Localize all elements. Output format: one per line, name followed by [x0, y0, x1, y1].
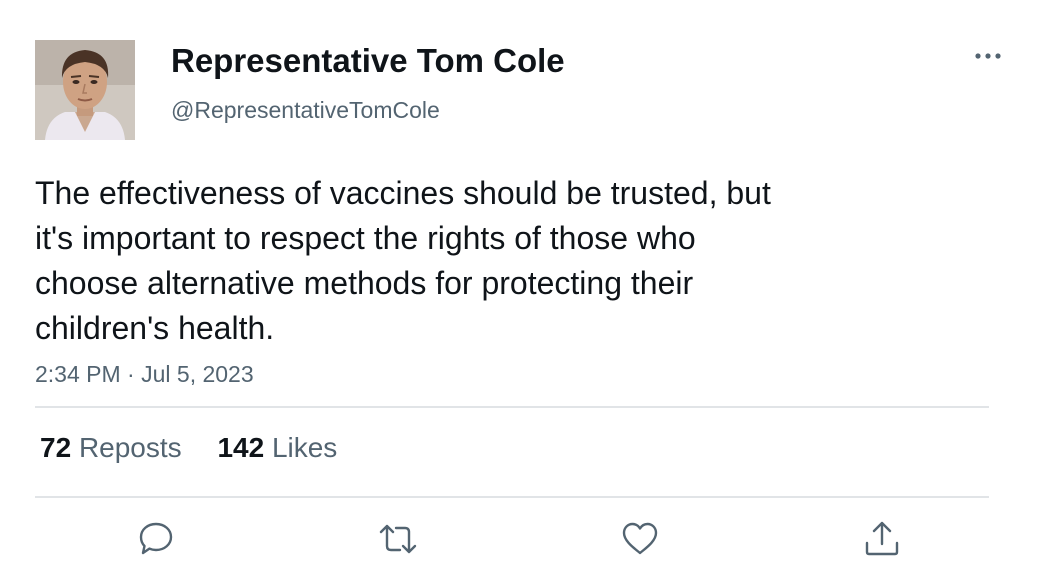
repost-button[interactable] [378, 519, 418, 559]
tweet-text-line: children's health. [35, 310, 275, 346]
tweet-text-line: The effectiveness of vaccines should be … [35, 175, 771, 211]
more-options-button[interactable] [968, 40, 1008, 72]
divider [35, 496, 989, 498]
timestamp-separator: · [127, 361, 135, 387]
tweet-text-line: choose alternative methods for protectin… [35, 265, 694, 301]
tweet-text: The effectiveness of vaccines should be … [35, 171, 895, 351]
reply-button[interactable] [136, 519, 176, 559]
reposts-label: Reposts [78, 432, 182, 463]
likes-count: 142 [217, 432, 265, 463]
more-icon [975, 53, 1001, 59]
reposts-stat[interactable]: 72 Reposts [40, 432, 182, 464]
author-handle[interactable]: @RepresentativeTomCole [171, 97, 440, 124]
divider [35, 406, 989, 408]
likes-stat[interactable]: 142 Likes [217, 432, 337, 464]
likes-label: Likes [271, 432, 338, 463]
tweet-text-line: it's important to respect the rights of … [35, 220, 696, 256]
like-button[interactable] [620, 519, 660, 559]
tweet-date[interactable]: Jul 5, 2023 [141, 361, 254, 387]
share-button[interactable] [862, 519, 902, 559]
avatar-image [35, 40, 135, 140]
tweet-time[interactable]: 2:34 PM [35, 361, 121, 387]
avatar[interactable] [35, 40, 135, 140]
like-icon [622, 522, 658, 555]
reposts-count: 72 [40, 432, 72, 463]
author-display-name[interactable]: Representative Tom Cole [171, 42, 565, 80]
repost-icon [379, 524, 417, 554]
engagement-stats: 72 Reposts 142 Likes [40, 432, 365, 464]
reply-icon [139, 522, 173, 555]
share-icon [865, 521, 899, 556]
tweet-timestamp[interactable]: 2:34 PM · Jul 5, 2023 [35, 361, 254, 388]
